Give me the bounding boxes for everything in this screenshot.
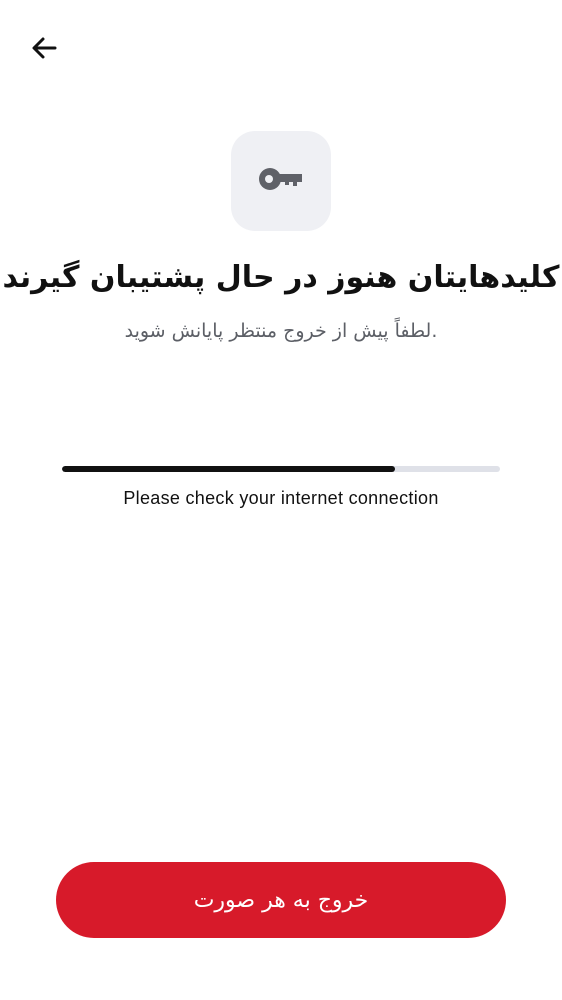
key-illustration [231,131,331,231]
backup-progress-fill [62,466,395,472]
connection-status-text: Please check your internet connection [123,488,439,508]
exit-anyway-label: خروج به هر صورت [193,887,369,913]
arrow-left-icon [30,34,58,66]
key-icon [258,166,304,196]
back-button[interactable] [24,30,64,70]
exit-anyway-button[interactable]: خروج به هر صورت [56,862,506,938]
backup-progress-bar [62,466,500,472]
page-subtitle: لطفاً پیش از خروج منتظر پایانش شوید. [124,320,438,342]
page-title: کلیدهایتان هنوز در حال پشتیبان گیرند [2,260,560,295]
